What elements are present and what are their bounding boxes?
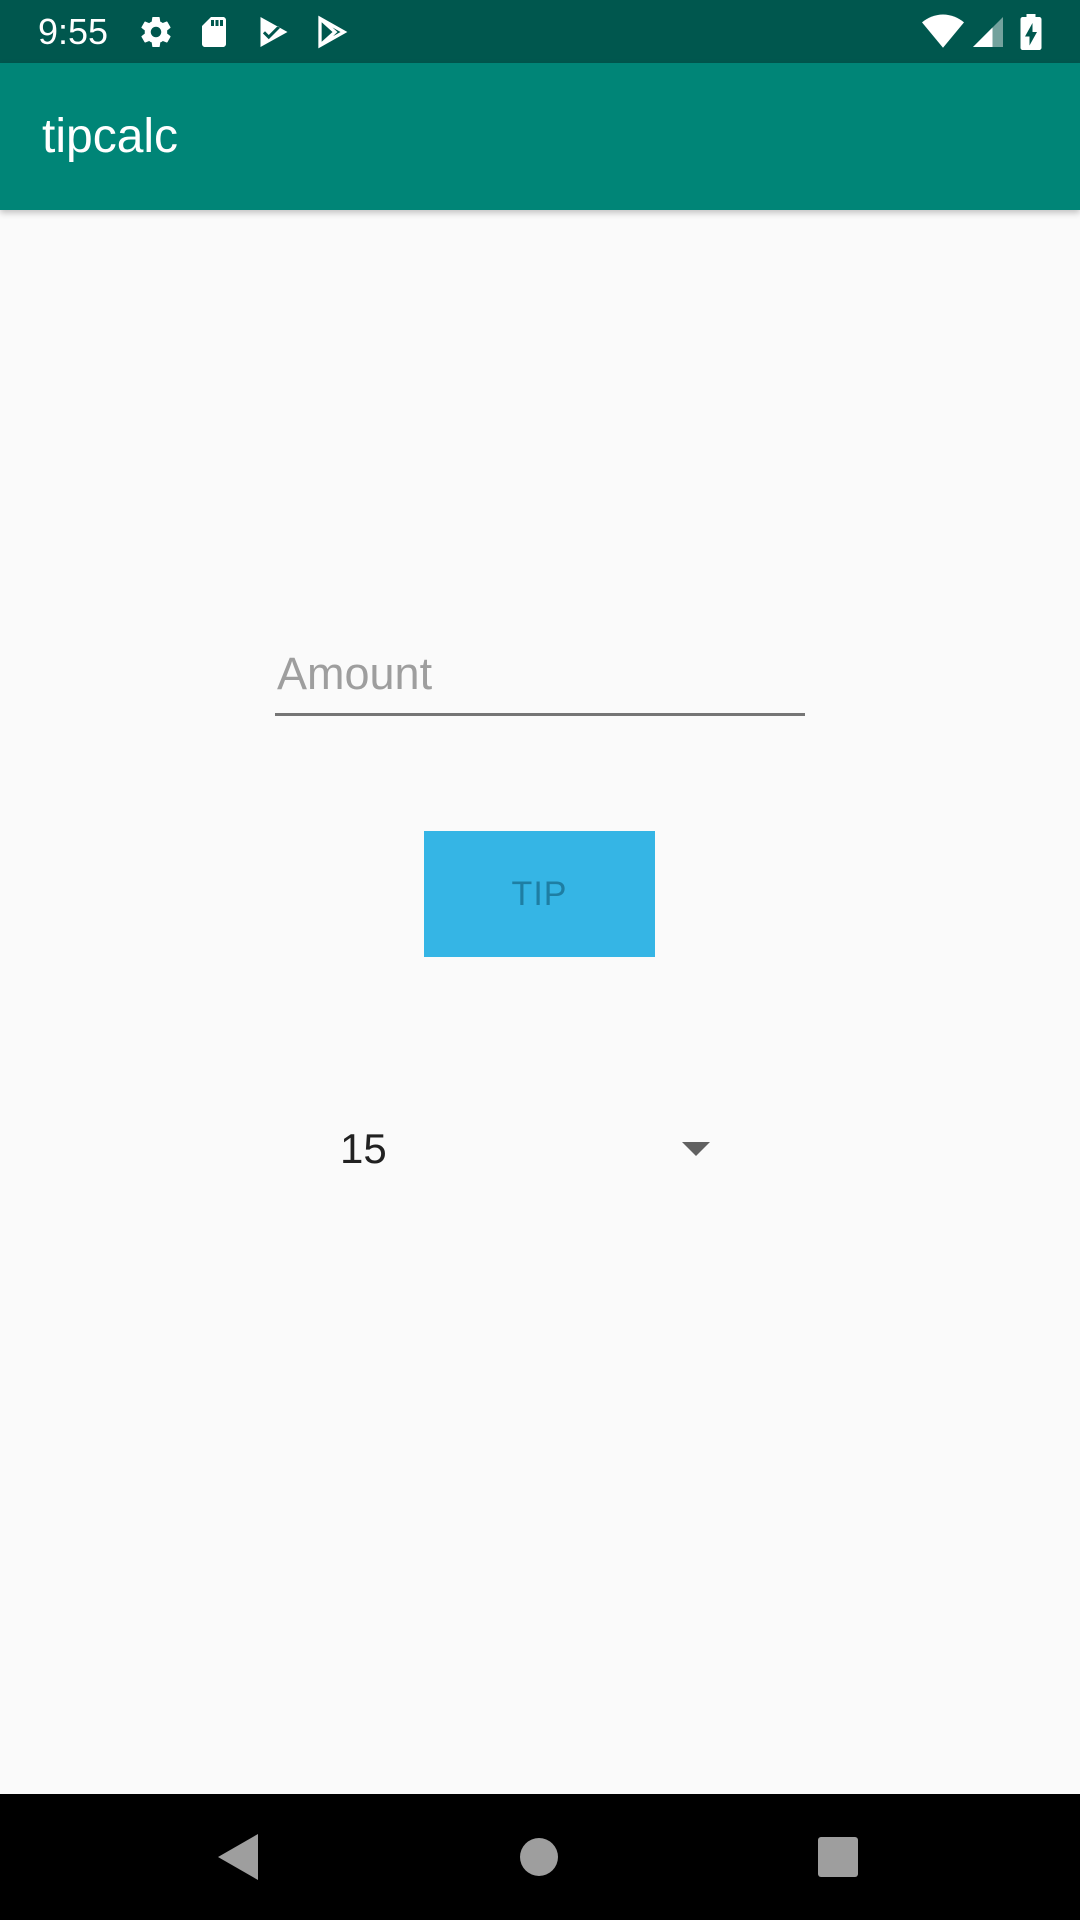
back-icon[interactable]: [218, 1834, 258, 1880]
amount-input[interactable]: [275, 640, 805, 716]
tip-percent-spinner[interactable]: 15: [330, 1110, 720, 1190]
navigation-bar: [0, 1794, 1080, 1920]
tip-button[interactable]: TIP: [424, 831, 655, 957]
status-time: 9:55: [38, 11, 109, 52]
home-icon[interactable]: [520, 1838, 558, 1876]
battery-charging-icon: [1020, 14, 1042, 50]
gear-icon: [141, 17, 171, 48]
play-store-check-icon: [260, 17, 288, 47]
dropdown-arrow-icon: [682, 1142, 710, 1156]
recents-icon[interactable]: [818, 1837, 858, 1877]
wifi-icon: [922, 14, 964, 48]
spinner-selected-value: 15: [340, 1125, 387, 1172]
play-store-icon: [318, 15, 348, 49]
app-bar: tipcalc: [0, 63, 1080, 210]
app-title: tipcalc: [42, 110, 179, 163]
screen: 9:55 tipcalc Amount TIP 15: [0, 0, 1080, 1920]
status-bar: 9:55: [0, 0, 1080, 63]
cellular-signal-icon: [973, 17, 1003, 47]
sd-card-icon: [202, 17, 226, 47]
